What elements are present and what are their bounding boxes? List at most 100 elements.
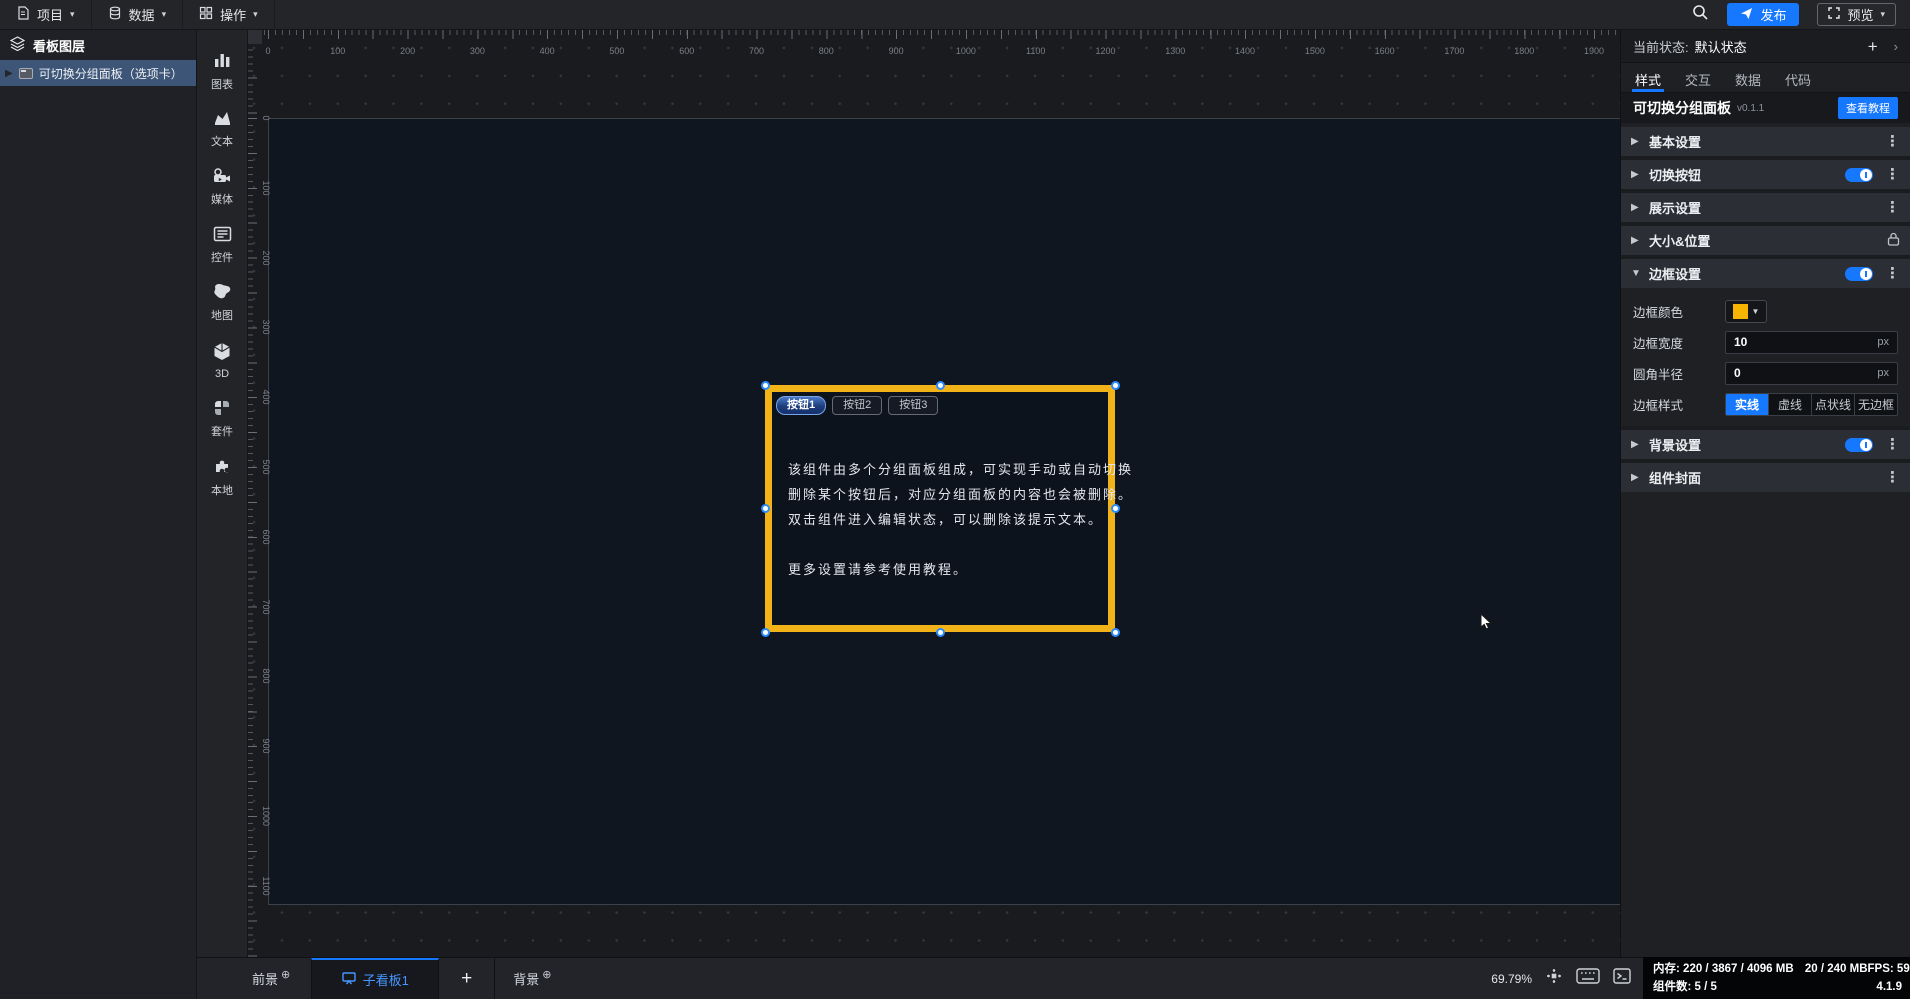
add-state-icon[interactable]: +	[1868, 38, 1878, 55]
ruler-label: 200	[261, 250, 271, 266]
menu-project[interactable]: 项目 ▾	[0, 0, 92, 30]
kebab-menu-icon[interactable]: ⋮	[1885, 200, 1900, 215]
canvas-area[interactable]: 0 100 200 300 400 500 600 700 800 900 1000 1100 1200…	[248, 30, 1620, 957]
panel-button-3[interactable]: 按钮3	[888, 396, 939, 415]
section-label: 大小&位置	[1649, 234, 1711, 249]
category-label: 本地	[211, 484, 233, 497]
widget-icon	[213, 226, 232, 245]
tab-data[interactable]: 数据	[1723, 63, 1773, 92]
border-color-picker[interactable]: ▼	[1725, 299, 1767, 323]
current-state-value: 默认状态	[1694, 39, 1747, 55]
section-component-cover[interactable]: ▶ 组件封面 ⋮	[1621, 463, 1910, 492]
kebab-menu-icon[interactable]: ⋮	[1885, 470, 1900, 485]
section-label: 组件封面	[1649, 471, 1702, 486]
border-radius-input[interactable]: 0 px	[1725, 361, 1898, 385]
kebab-menu-icon[interactable]: ⋮	[1885, 437, 1900, 452]
horizontal-ruler: 0 100 200 300 400 500 600 700 800 900 1000 1100 1200…	[262, 30, 1620, 58]
resize-handle-top-right[interactable]	[1110, 380, 1120, 390]
settings-sections: ▶ 基本设置 ⋮ ▶ 切换按钮 ⋮ ▶ 展示设置 ⋮ ▶ 大小&位置 ▼ 边框设…	[1621, 127, 1910, 492]
switch-buttons-toggle-on[interactable]	[1845, 167, 1873, 182]
lock-icon[interactable]	[1887, 232, 1900, 249]
category-widget[interactable]: 控件	[197, 216, 248, 274]
section-display-settings[interactable]: ▶ 展示设置 ⋮	[1621, 193, 1910, 222]
view-tutorial-button[interactable]: 查看教程	[1838, 97, 1898, 119]
background-layer-button[interactable]: 背景 ⊕	[513, 969, 551, 988]
caret-right-icon: ▶	[1631, 439, 1639, 450]
tab-code[interactable]: 代码	[1773, 63, 1823, 92]
search-icon[interactable]	[1692, 4, 1709, 26]
resize-handle-bottom-middle[interactable]	[935, 627, 945, 637]
resize-handle-bottom-right[interactable]	[1110, 627, 1120, 637]
category-kit[interactable]: 套件	[197, 390, 248, 448]
add-board-button[interactable]: +	[439, 957, 496, 999]
ruler-label: 600	[261, 529, 271, 545]
add-circle-icon[interactable]: ⊕	[542, 969, 551, 981]
board-tab-active[interactable]: 子看板1	[311, 957, 440, 999]
zoom-percentage[interactable]: 69.79%	[1491, 972, 1532, 986]
component-count-label: 组件数:	[1653, 981, 1692, 993]
unit-label: px	[1877, 336, 1889, 348]
terminal-icon[interactable]	[1613, 968, 1631, 989]
menu-label: 操作	[220, 8, 247, 23]
tab-style[interactable]: 样式	[1623, 63, 1673, 92]
category-text[interactable]: 文本	[197, 100, 248, 158]
publish-button[interactable]: 发布	[1727, 3, 1800, 26]
layer-item-tab-panel[interactable]: ▶ 可切换分组面板（选项卡）	[0, 60, 196, 86]
kebab-menu-icon[interactable]: ⋮	[1885, 134, 1900, 149]
menu-data[interactable]: 数据 ▾	[92, 0, 184, 30]
border-width-value: 10	[1734, 335, 1748, 349]
category-label: 文本	[211, 136, 233, 148]
ruler-major-ticks	[262, 30, 1620, 39]
caret-right-icon: ▶	[1631, 202, 1639, 213]
kebab-menu-icon[interactable]: ⋮	[1885, 266, 1900, 281]
memory-label: 内存:	[1653, 963, 1680, 975]
tab-interaction[interactable]: 交互	[1673, 63, 1723, 92]
panel-button-1[interactable]: 按钮1	[776, 396, 827, 415]
style-none[interactable]: 无边框	[1854, 393, 1897, 415]
section-size-position[interactable]: ▶ 大小&位置	[1621, 226, 1910, 255]
section-basic-settings[interactable]: ▶ 基本设置 ⋮	[1621, 127, 1910, 156]
hint-text-line: 该组件由多个分组面板组成，可实现手动或自动切换	[788, 462, 1134, 477]
resize-handle-top-middle[interactable]	[935, 380, 945, 390]
style-dashed[interactable]: 虚线	[1768, 393, 1811, 415]
section-border-settings[interactable]: ▼ 边框设置 ⋮	[1621, 259, 1910, 288]
panel-button-2[interactable]: 按钮2	[832, 396, 883, 415]
fullscreen-icon	[1828, 7, 1841, 22]
category-local[interactable]: 本地	[197, 448, 248, 506]
section-switch-buttons[interactable]: ▶ 切换按钮 ⋮	[1621, 160, 1910, 189]
resize-handle-middle-left[interactable]	[760, 504, 770, 513]
background-toggle-on[interactable]	[1845, 437, 1873, 452]
keyboard-icon[interactable]	[1576, 968, 1600, 989]
border-width-input[interactable]: 10 px	[1725, 330, 1898, 354]
category-map[interactable]: 地图	[197, 274, 248, 332]
category-media[interactable]: 媒体	[197, 158, 248, 216]
preview-button[interactable]: 预览 ▾	[1817, 3, 1896, 26]
fit-screen-icon[interactable]	[1545, 967, 1563, 990]
resize-handle-bottom-left[interactable]	[760, 627, 770, 637]
chevron-right-icon[interactable]: ›	[1894, 40, 1898, 53]
ruler-label: 700	[261, 599, 271, 615]
ruler-label: 1100	[1026, 46, 1046, 56]
resize-handle-middle-right[interactable]	[1110, 504, 1120, 513]
style-solid[interactable]: 实线	[1726, 393, 1768, 415]
category-chart[interactable]: 图表	[197, 42, 248, 100]
category-cube[interactable]: 3D	[197, 332, 248, 390]
menu-operations[interactable]: 操作 ▾	[183, 0, 275, 30]
style-dotted[interactable]: 点状线	[1811, 393, 1854, 415]
chevron-down-icon: ▼	[1751, 306, 1760, 316]
border-toggle-on[interactable]	[1845, 266, 1873, 281]
component-version: v0.1.1	[1737, 102, 1765, 114]
app-root: 项目 ▾ 数据 ▾ 操作 ▾ 发布 预览 ▾ 看板图层 ▶ 可切换分组面板（选项…	[0, 0, 1910, 999]
component-title-row: 可切换分组面板 v0.1.1 查看教程	[1621, 93, 1910, 123]
border-color-label: 边框颜色	[1633, 305, 1684, 320]
caret-right-icon[interactable]: ▶	[5, 68, 13, 79]
database-icon	[108, 6, 122, 23]
section-background-settings[interactable]: ▶ 背景设置 ⋮	[1621, 430, 1910, 459]
chevron-down-icon: ▾	[70, 9, 75, 19]
selected-tab-panel-component[interactable]: 按钮1 按钮2 按钮3 该组件由多个分组面板组成，可实现手动或自动切换 删除某个按…	[765, 385, 1134, 632]
resize-handle-top-left[interactable]	[760, 380, 770, 390]
preview-label: 预览	[1847, 8, 1874, 23]
kebab-menu-icon[interactable]: ⋮	[1885, 167, 1900, 182]
foreground-layer-button[interactable]: 前景 ⊕	[252, 969, 290, 988]
add-circle-icon[interactable]: ⊕	[281, 969, 290, 981]
